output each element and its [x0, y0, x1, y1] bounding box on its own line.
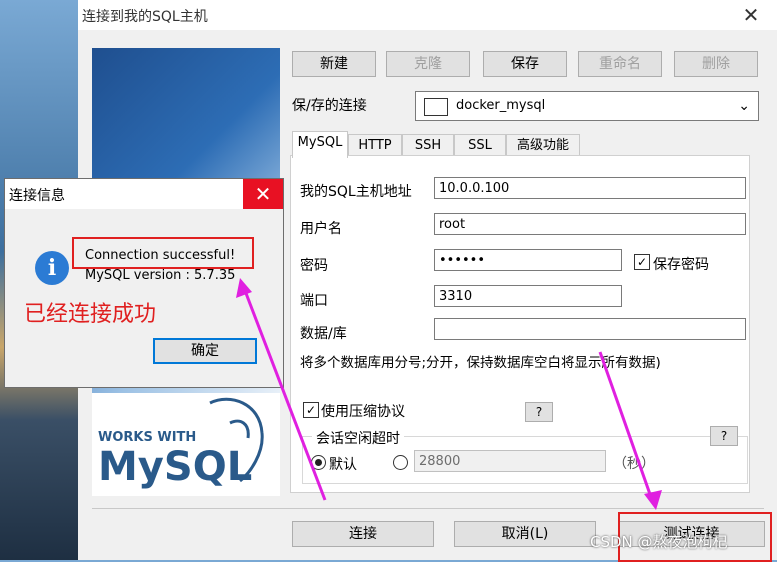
arrow-to-success — [242, 287, 327, 501]
arrow-head-test — [644, 490, 662, 510]
watermark: CSDN @熬夜泡枸杞 — [590, 533, 728, 551]
arrow-to-test — [598, 351, 654, 501]
annotation-arrows — [236, 278, 662, 510]
arrow-head-success — [236, 278, 252, 298]
